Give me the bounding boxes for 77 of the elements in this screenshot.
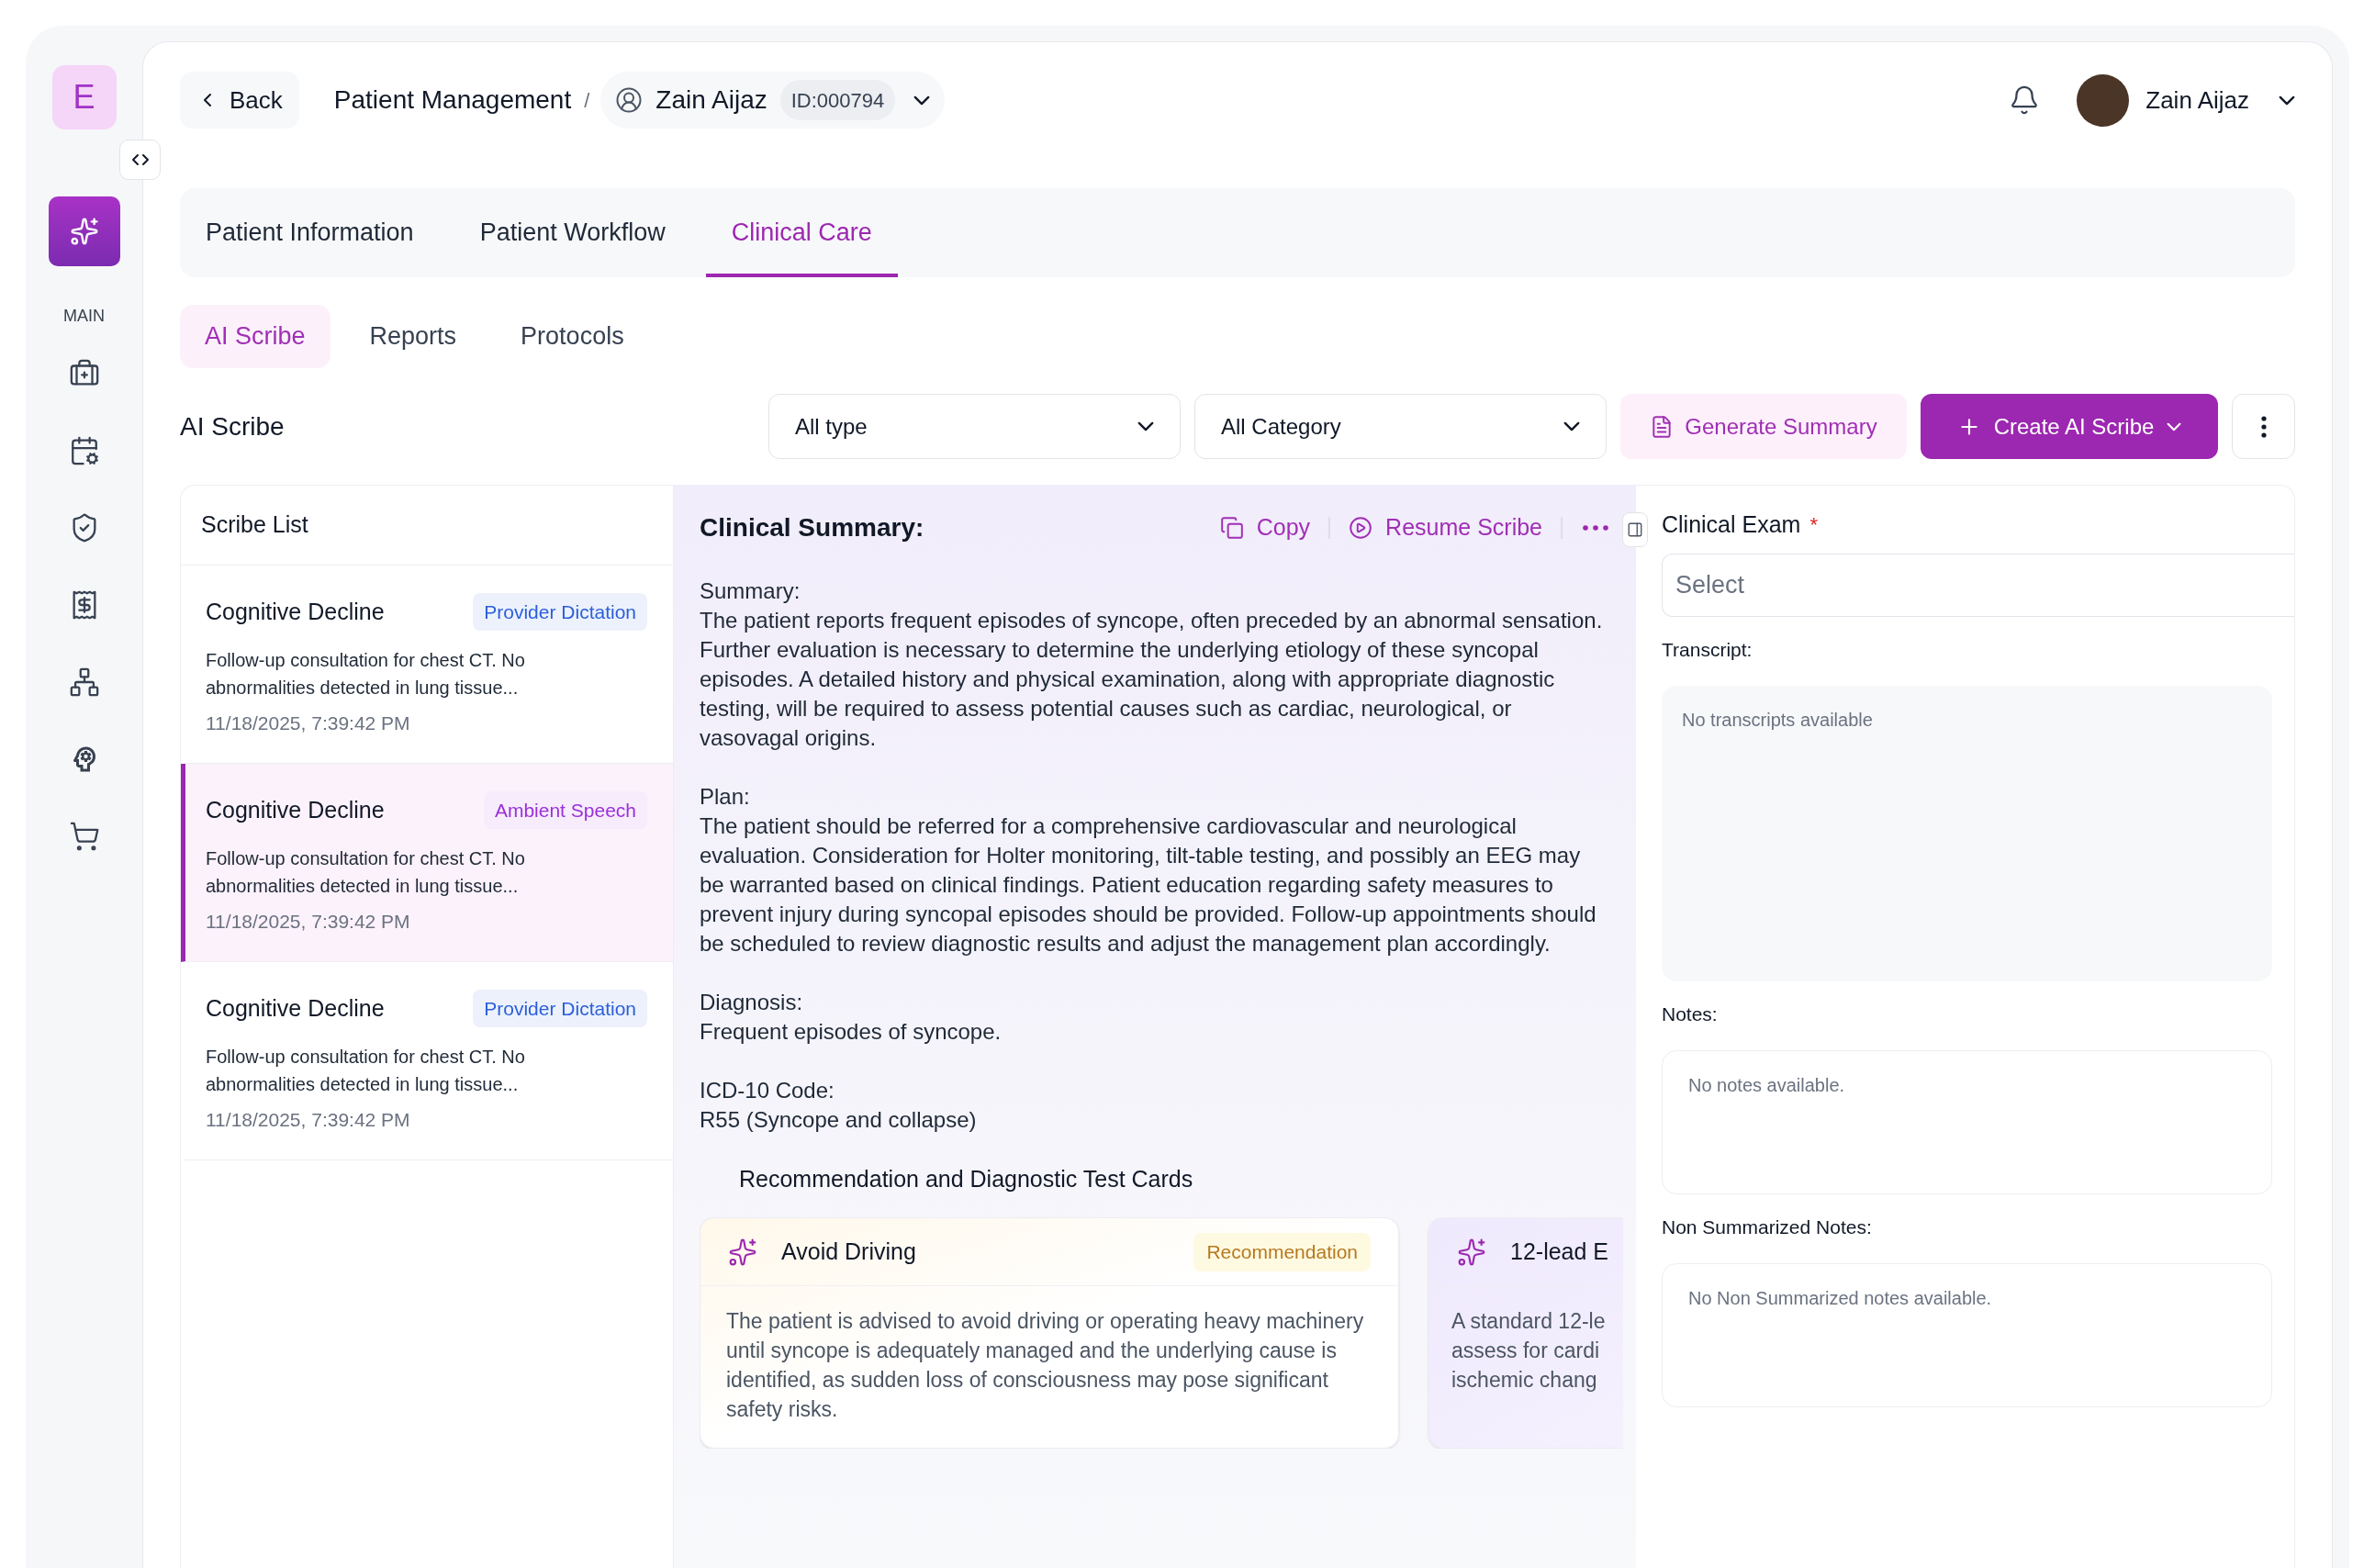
patient-selector[interactable]: Zain Aijaz ID:000794: [600, 72, 946, 129]
card-type-tag: Recommendation: [1193, 1232, 1371, 1271]
sub-tab[interactable]: Protocols: [496, 305, 649, 368]
scribe-list-item[interactable]: Cognitive Decline Ambient Speech Follow-up consultation for chest CT. No abnormalities detected in lung tissue... 11/18/2025, 7:39:42 PM: [181, 764, 673, 962]
sidebar-toggle-button[interactable]: [119, 140, 161, 180]
breadcrumb-separator: /: [584, 87, 590, 114]
scribe-description: Follow-up consultation for chest CT. No abnormalities detected in lung tissue...: [206, 1046, 526, 1096]
sparkles-icon: [69, 217, 99, 246]
panel-toggle-button[interactable]: [1622, 512, 1648, 547]
section-title: AI Scribe: [180, 410, 285, 442]
create-ai-scribe-button[interactable]: Create AI Scribe: [1921, 394, 2218, 459]
breadcrumb-link[interactable]: Patient Management: [333, 81, 572, 119]
section-text: The patient should be referred for a comprehensive cardiovascular and neurological evaluation. Consideration for Holter monitoring, tilt-table testing, and possibly an EEG may be warranted based on clinical findings. Patient education regarding safety measures to prevent injury during syncopal episodes should be provided. Follow-up appointments should be scheduled to review diagnostic results and adjust the management plan accordingly.: [700, 812, 1597, 958]
section-text: The patient reports frequent episodes of syncope, often preceded by an abnormal sensation. Further evaluation is necessary to determine the underlying etiology of these syncopal episodes. A detailed history and physical examination, along with appropriate diagnostic testing, will be required to assess potential causes such as cardiac, neurological, or vasovagal origins.: [700, 607, 1604, 752]
chevron-down-icon: [1137, 421, 1154, 431]
chevron-down-icon: [2279, 95, 2295, 106]
patient-id-badge: ID:000794: [779, 80, 896, 120]
scribe-description: Follow-up consultation for chest CT. No abnormalities detected in lung tissue...: [206, 847, 526, 898]
scribe-date: 11/18/2025, 7:39:42 PM: [206, 711, 411, 735]
user-circle-icon: [615, 86, 644, 114]
panel-icon: [1627, 521, 1643, 538]
copy-icon: [1219, 516, 1244, 540]
summary-title: Clinical Summary:: [700, 512, 924, 543]
sub-tab[interactable]: Reports: [344, 305, 482, 368]
scribe-date: 11/18/2025, 7:39:42 PM: [206, 1108, 411, 1132]
notes-field[interactable]: No Non Summarized notes available.: [1662, 1263, 2272, 1407]
cart-icon: [68, 821, 100, 852]
hierarchy-icon: [68, 666, 100, 698]
required-mark: *: [1809, 512, 1818, 538]
transcript-field[interactable]: No transcripts available: [1662, 686, 2272, 981]
section-heading: Summary:: [700, 577, 801, 605]
field-label: Clinical Exam: [1662, 510, 1801, 540]
play-circle-icon: [1349, 516, 1373, 540]
notes-field[interactable]: No notes available.: [1662, 1050, 2272, 1194]
scribe-type-tag: Ambient Speech: [483, 791, 647, 829]
more-icon: [1583, 525, 1608, 531]
tab[interactable]: Patient Workflow: [454, 188, 691, 277]
copy-button[interactable]: Copy: [1219, 510, 1311, 545]
sub-tab[interactable]: AI Scribe: [180, 305, 330, 368]
filter-dropdown[interactable]: All Category: [1194, 394, 1607, 459]
profile-menu-button[interactable]: Zain Aijaz: [2077, 73, 2295, 127]
generate-summary-button[interactable]: Generate Summary: [1620, 394, 1907, 459]
workspace-logo: E: [51, 65, 117, 129]
field-label: Non Summarized Notes:: [1662, 1215, 1873, 1239]
chevron-down-icon: [1563, 421, 1580, 431]
section-label: MAIN: [63, 306, 105, 326]
scribe-description: Follow-up consultation for chest CT. No abnormalities detected in lung tissue...: [206, 649, 526, 700]
scribe-type-tag: Provider Dictation: [473, 593, 647, 631]
filter-dropdown[interactable]: All type: [768, 394, 1181, 459]
card-description: The patient is advised to avoid driving or operating heavy machinery until syncope is adequately managed and the underlying cause is identified, as sudden loss of consciousness may pose significant safety risks.: [725, 1308, 1365, 1423]
section-heading: Diagnosis:: [700, 989, 804, 1016]
scribe-title: Cognitive Decline: [206, 795, 385, 824]
resume-scribe-button[interactable]: Resume Scribe: [1349, 510, 1542, 545]
scribe-type-tag: Provider Dictation: [473, 990, 647, 1027]
scribe-date: 11/18/2025, 7:39:42 PM: [206, 910, 411, 934]
section-heading: Plan:: [700, 783, 751, 811]
back-button[interactable]: Back: [180, 72, 299, 129]
field-label: Notes:: [1662, 1002, 1719, 1026]
card-title: Avoid Driving: [781, 1237, 916, 1266]
card-description: A standard 12-le assess for cardi ischemic chang: [1451, 1308, 1607, 1394]
card-title: 12-lead E: [1510, 1237, 1609, 1266]
field-label: Transcript:: [1662, 638, 1753, 662]
chevron-down-icon: [2167, 421, 2182, 431]
section-text: R55 (Syncope and collapse): [700, 1106, 978, 1134]
more-vertical-icon: [2260, 415, 2267, 438]
ai-nav-button[interactable]: [48, 196, 120, 266]
chevron-down-icon: [913, 95, 931, 106]
clinical-exam-select[interactable]: Select: [1662, 554, 2294, 617]
sparkles-icon: [1457, 1237, 1486, 1267]
section-heading: ICD-10 Code:: [700, 1077, 835, 1104]
scribe-title: Cognitive Decline: [206, 993, 385, 1023]
cards-title: Recommendation and Diagnostic Test Cards: [738, 1165, 1194, 1193]
section-text: Frequent episodes of syncope.: [700, 1018, 1003, 1046]
tab[interactable]: Patient Information: [180, 188, 440, 277]
tab[interactable]: Clinical Care: [705, 188, 898, 277]
sparkles-icon: [728, 1237, 757, 1267]
scribe-title: Cognitive Decline: [206, 597, 385, 626]
